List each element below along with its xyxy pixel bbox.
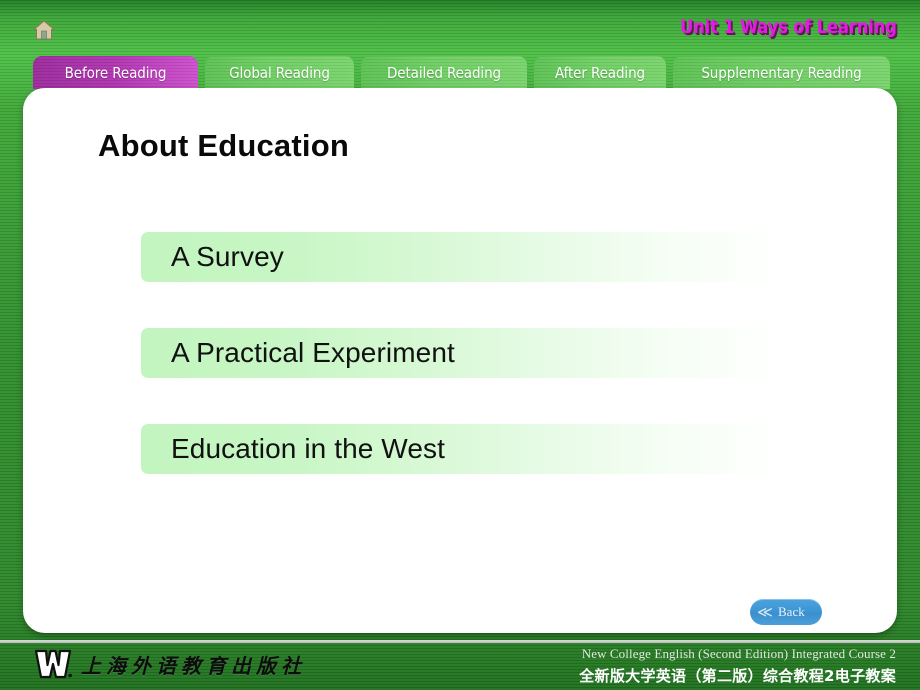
- tab-after-reading[interactable]: After Reading: [534, 56, 666, 89]
- topic-item-label: A Practical Experiment: [171, 337, 455, 368]
- tab-before-reading[interactable]: Before Reading: [33, 56, 198, 89]
- publisher-logo: 上海外语教育出版社: [33, 648, 306, 680]
- tab-label: Supplementary Reading: [701, 63, 862, 82]
- topic-item-a-survey[interactable]: A Survey: [141, 232, 841, 282]
- slide-root: Unit 1 Ways of Learning Before Reading G…: [0, 0, 920, 690]
- course-title-zh: 全新版大学英语（第二版）综合教程2电子教案: [579, 667, 896, 685]
- tab-label: Global Reading: [229, 63, 330, 82]
- footer-divider: [0, 640, 920, 643]
- sflep-w-logo-icon: [33, 648, 73, 680]
- tab-detailed-reading[interactable]: Detailed Reading: [361, 56, 527, 89]
- tab-label: Detailed Reading: [386, 63, 502, 82]
- topic-list: A Survey A Practical Experiment Educatio…: [141, 232, 841, 520]
- topic-item-a-practical-experiment[interactable]: A Practical Experiment: [141, 328, 841, 378]
- tab-bar: Before Reading Global Reading Detailed R…: [0, 54, 890, 89]
- course-info: New College English (Second Edition) Int…: [579, 646, 896, 686]
- publisher-name: 上海外语教育出版社: [81, 653, 306, 678]
- tab-supplementary-reading[interactable]: Supplementary Reading: [673, 56, 890, 89]
- double-chevron-left-icon: ≪: [757, 603, 773, 621]
- back-button-label: Back: [778, 604, 805, 619]
- course-title-en: New College English (Second Edition) Int…: [581, 646, 896, 661]
- topic-item-education-in-the-west[interactable]: Education in the West: [141, 424, 841, 474]
- tab-label: Before Reading: [64, 63, 167, 82]
- footer-bar: 上海外语教育出版社 New College English (Second Ed…: [0, 640, 920, 690]
- back-button[interactable]: ≪ Back: [750, 599, 822, 625]
- header-bar: Unit 1 Ways of Learning: [0, 0, 920, 52]
- topic-item-label: Education in the West: [171, 433, 445, 464]
- unit-title: Unit 1 Ways of Learning: [680, 16, 897, 38]
- content-card: About Education A Survey A Practical Exp…: [23, 88, 897, 633]
- home-icon[interactable]: [32, 20, 56, 40]
- tab-global-reading[interactable]: Global Reading: [205, 56, 354, 89]
- tab-label: After Reading: [554, 63, 646, 82]
- page-title: About Education: [98, 128, 349, 163]
- topic-item-label: A Survey: [171, 241, 284, 272]
